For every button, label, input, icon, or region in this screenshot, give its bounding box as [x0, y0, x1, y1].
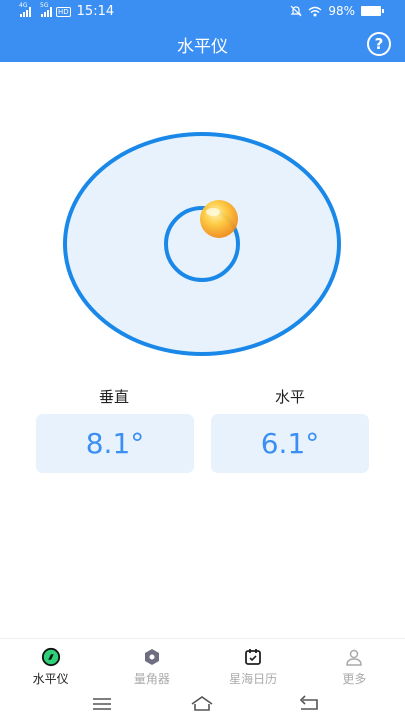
- back-icon[interactable]: [297, 694, 321, 714]
- cellular-signal-icon-2: 5G: [40, 2, 52, 17]
- battery-icon: [361, 6, 384, 16]
- cellular-signal-icon: 4G: [19, 2, 31, 17]
- status-time: 15:14: [76, 4, 115, 19]
- vertical-label: 垂直: [98, 388, 129, 406]
- vertical-value: 8.1°: [36, 414, 194, 473]
- outer-ring: [63, 132, 341, 356]
- title-bar: 水平仪 ?: [0, 24, 405, 62]
- tab-more[interactable]: 更多: [304, 639, 405, 688]
- battery-percent: 98%: [328, 4, 355, 18]
- bubble-level: [0, 62, 405, 382]
- hd-badge: HD: [56, 6, 71, 17]
- tab-label-level: 水平仪: [32, 672, 69, 686]
- help-icon[interactable]: ?: [367, 32, 391, 56]
- tab-label-protractor: 量角器: [133, 672, 170, 686]
- tab-protractor[interactable]: 量角器: [101, 639, 202, 688]
- bubble: [200, 200, 238, 238]
- level-icon: [41, 647, 61, 667]
- user-icon: [344, 647, 364, 667]
- horizontal-label: 水平: [274, 388, 305, 406]
- tab-calendar[interactable]: 星海日历: [203, 639, 304, 688]
- system-nav-bar: [0, 688, 405, 720]
- bottom-tab-bar: 水平仪 量角器 星海日历 更多: [0, 638, 405, 688]
- level-graphic: [63, 132, 341, 356]
- calendar-icon: [243, 647, 263, 667]
- horizontal-value: 6.1°: [211, 414, 369, 473]
- tab-label-calendar: 星海日历: [229, 672, 278, 686]
- wifi-icon: [308, 6, 322, 16]
- menu-icon[interactable]: [90, 694, 114, 714]
- tab-label-more: 更多: [342, 672, 367, 686]
- home-icon[interactable]: [190, 694, 214, 714]
- tab-level[interactable]: 水平仪: [0, 639, 101, 688]
- page-title: 水平仪: [177, 37, 228, 57]
- status-right: 98%: [290, 4, 384, 18]
- status-bar: 4G 5G HD 15:14 98%: [0, 0, 405, 24]
- mute-icon: [290, 5, 302, 17]
- protractor-icon: [142, 647, 162, 667]
- status-left: 4G 5G HD 15:14: [19, 2, 115, 20]
